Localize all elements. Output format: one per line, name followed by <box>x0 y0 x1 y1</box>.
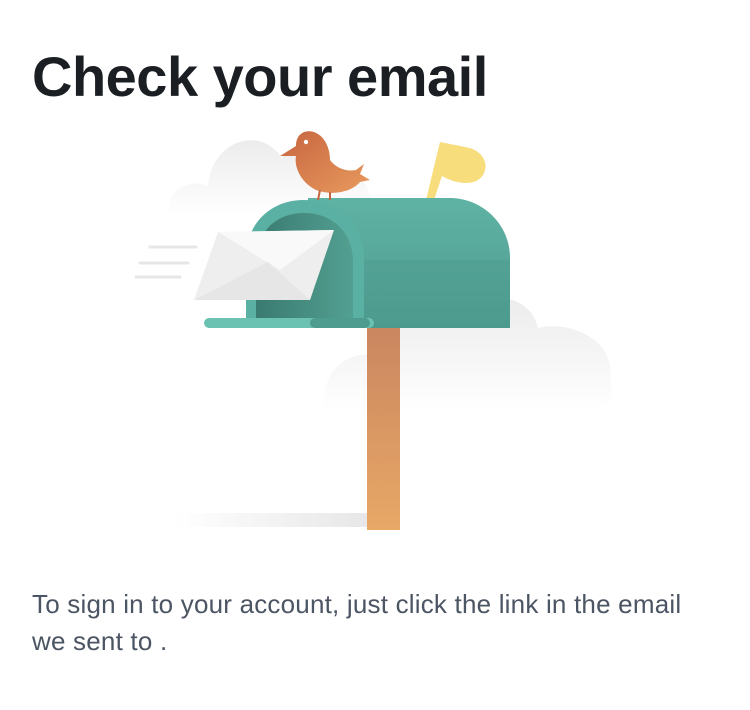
speed-lines <box>134 245 198 279</box>
mailbox-post <box>367 320 400 530</box>
envelope-icon <box>194 230 334 300</box>
instructions-suffix: . <box>159 626 168 656</box>
ground-shadow <box>175 513 375 527</box>
mailbox-illustration <box>134 131 612 530</box>
instructions-text: To sign in to your account, just click t… <box>32 589 682 656</box>
sign-in-instructions: To sign in to your account, just click t… <box>32 586 722 660</box>
mailbox-flag-icon <box>426 142 486 200</box>
page-title: Check your email <box>32 45 488 108</box>
